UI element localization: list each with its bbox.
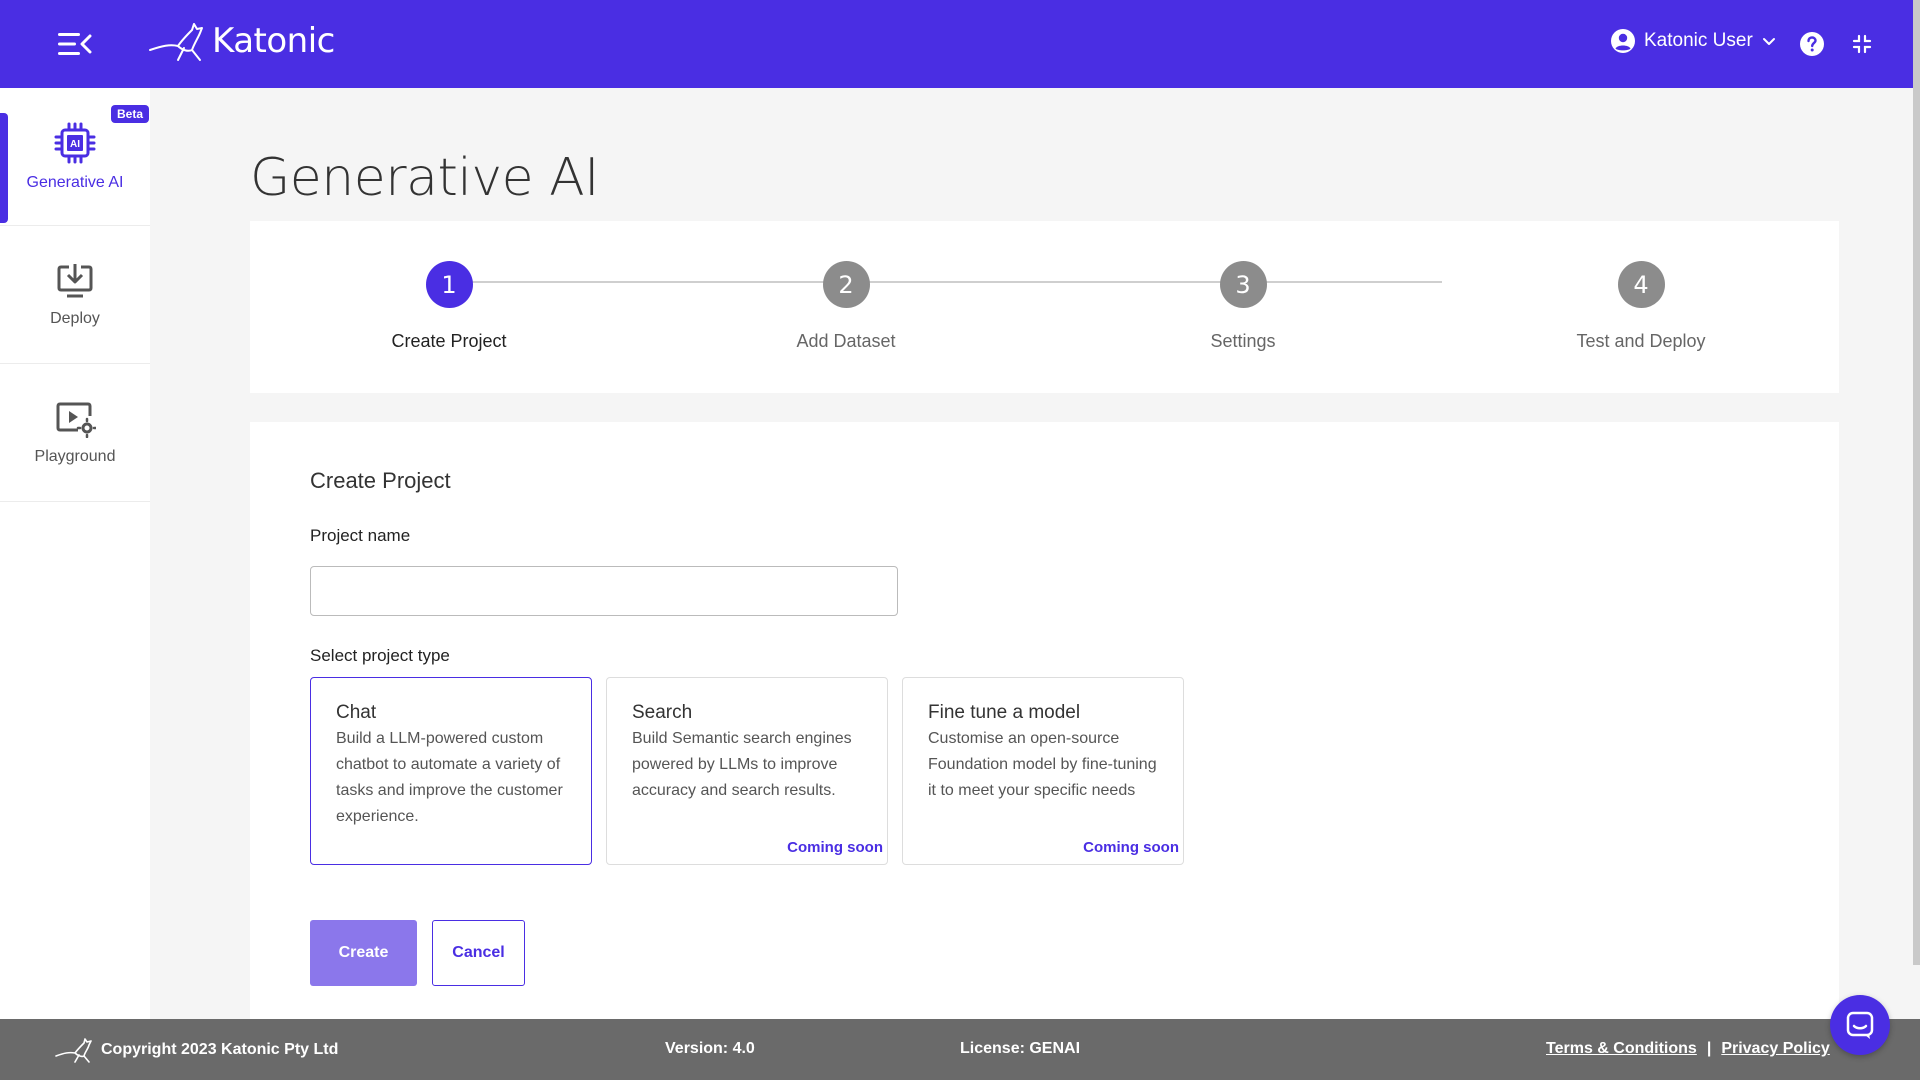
step-label: Settings xyxy=(1210,331,1276,351)
sidebar-item-label: Deploy xyxy=(50,309,100,327)
project-name-input[interactable] xyxy=(310,566,898,616)
type-name: Search xyxy=(632,702,693,723)
scrollbar[interactable] xyxy=(1913,0,1920,965)
step-label: Create Project xyxy=(391,331,507,351)
step-number: 1 xyxy=(425,261,473,308)
project-type-label: Select project type xyxy=(310,646,450,665)
step-create-project[interactable]: 1 Create Project xyxy=(349,261,549,352)
katonic-logo[interactable]: Katonic xyxy=(148,20,335,62)
kangaroo-logo-icon xyxy=(55,1038,92,1063)
footer: Copyright 2023 Katonic Pty Ltd Version: … xyxy=(0,1019,1920,1080)
user-name: Katonic User xyxy=(1644,30,1753,51)
page-title: Generative AI xyxy=(250,148,600,208)
chat-support-button[interactable] xyxy=(1830,995,1890,1055)
menu-collapse-icon[interactable] xyxy=(56,30,92,58)
footer-version: Version: 4.0 xyxy=(665,1040,755,1057)
sidebar-item-label: Playground xyxy=(34,447,116,465)
beta-badge: Beta xyxy=(111,105,150,123)
type-description: Customise an open-source Foundation mode… xyxy=(928,730,1157,799)
type-name: Fine tune a model xyxy=(928,702,1081,723)
logo-text: Katonic xyxy=(212,21,335,61)
stepper: 1 Create Project 2 Add Dataset 3 Setting… xyxy=(250,221,1839,393)
help-icon[interactable] xyxy=(1799,31,1825,57)
footer-links: Terms & Conditions | Privacy Policy xyxy=(1546,1040,1830,1058)
project-name-label: Project name xyxy=(310,526,411,545)
form-title: Create Project xyxy=(310,468,451,493)
step-number: 4 xyxy=(1617,261,1665,308)
step-test-and-deploy[interactable]: 4 Test and Deploy xyxy=(1541,261,1741,352)
step-settings[interactable]: 3 Settings xyxy=(1143,261,1343,352)
sidebar-item-generative-ai[interactable]: Beta AI Generative AI xyxy=(0,88,150,226)
privacy-link[interactable]: Privacy Policy xyxy=(1721,1040,1830,1058)
sidebar-item-deploy[interactable]: Deploy xyxy=(0,226,150,364)
project-type-fine-tune[interactable]: Fine tune a model Customise an open-sour… xyxy=(902,677,1184,865)
cancel-button[interactable]: Cancel xyxy=(432,920,525,986)
create-button[interactable]: Create xyxy=(310,920,417,986)
step-number: 2 xyxy=(822,261,870,308)
step-number: 3 xyxy=(1219,261,1267,308)
fullscreen-exit-icon[interactable] xyxy=(1851,33,1873,55)
user-avatar-icon xyxy=(1611,29,1635,53)
coming-soon-badge: Coming soon xyxy=(1083,839,1179,856)
sidebar: Beta AI Generative AI Deploy Playground xyxy=(0,88,150,1019)
copyright-text: Copyright 2023 Katonic Pty Ltd xyxy=(101,1041,339,1058)
deploy-icon xyxy=(57,263,93,297)
chat-icon xyxy=(1846,1011,1874,1039)
sidebar-item-playground[interactable]: Playground xyxy=(0,364,150,502)
coming-soon-badge: Coming soon xyxy=(787,839,883,856)
sidebar-item-label: Generative AI xyxy=(26,173,124,191)
top-bar: Katonic Katonic User xyxy=(0,0,1920,88)
type-description: Build a LLM-powered custom chatbot to au… xyxy=(336,730,563,825)
type-name: Chat xyxy=(336,702,377,723)
type-description: Build Semantic search engines powered by… xyxy=(632,730,852,799)
playground-icon xyxy=(56,402,96,438)
step-label: Test and Deploy xyxy=(1576,331,1706,351)
footer-license: License: GENAI xyxy=(960,1040,1081,1057)
user-menu[interactable]: Katonic User xyxy=(1610,28,1777,54)
step-label: Add Dataset xyxy=(796,331,896,351)
footer-separator: | xyxy=(1706,1040,1712,1057)
chevron-down-icon xyxy=(1762,38,1775,45)
step-add-dataset[interactable]: 2 Add Dataset xyxy=(746,261,946,352)
footer-copyright: Copyright 2023 Katonic Pty Ltd xyxy=(55,1037,338,1063)
terms-link[interactable]: Terms & Conditions xyxy=(1546,1040,1697,1058)
svg-text:AI: AI xyxy=(70,139,80,150)
project-type-search[interactable]: Search Build Semantic search engines pow… xyxy=(606,677,888,865)
ai-chip-icon: AI xyxy=(54,122,96,163)
project-type-chat[interactable]: Chat Build a LLM-powered custom chatbot … xyxy=(310,677,592,865)
kangaroo-logo-icon xyxy=(149,23,203,61)
create-project-form: Create Project Project name Select proje… xyxy=(250,422,1839,1020)
